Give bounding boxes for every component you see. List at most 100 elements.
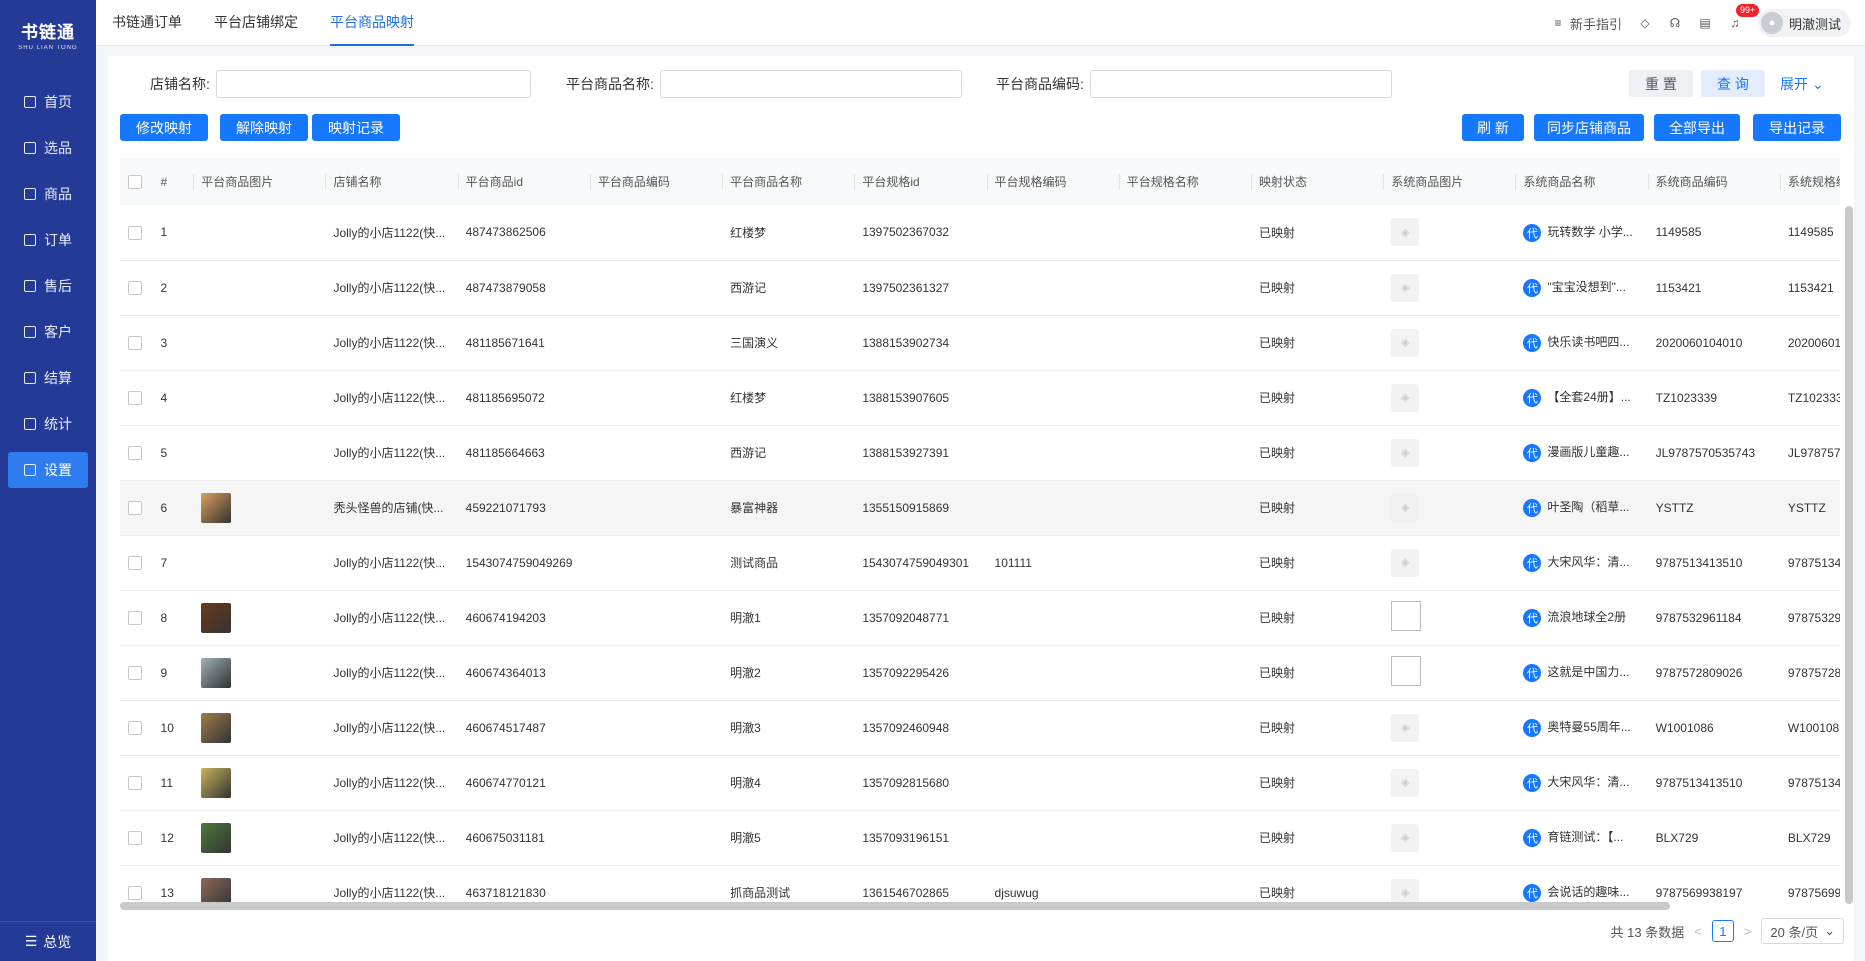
table-row[interactable]: 10 Jolly的小店1122(快... 460674517487 明澈3 135709… (120, 700, 1840, 756)
table-row[interactable]: 8 Jolly的小店1122(快... 460674194203 明澈1 1357092… (120, 590, 1840, 646)
row-checkbox[interactable] (128, 500, 142, 515)
column-header: # (152, 158, 194, 205)
remove-mapping-button[interactable]: 解除映射 (220, 114, 308, 141)
row-checkbox[interactable] (128, 445, 142, 460)
row-checkbox[interactable] (128, 720, 142, 735)
shop-name: Jolly的小店1122(快... (325, 590, 458, 646)
export-all-button[interactable]: 全部导出 (1654, 114, 1740, 141)
product-thumbnail[interactable] (201, 767, 232, 798)
column-header: 平台商品id (457, 158, 590, 205)
tab-1[interactable]: 平台店铺绑定 (214, 0, 298, 46)
table-row[interactable]: 3 Jolly的小店1122(快... 481185671641 三国演义 138815… (120, 315, 1840, 371)
sidebar-item-7[interactable]: 统计 (8, 406, 88, 442)
mapping-records-button[interactable]: 映射记录 (312, 114, 400, 141)
tab-2[interactable]: 平台商品映射 (330, 0, 414, 46)
sidebar-item-4[interactable]: 售后 (8, 268, 88, 304)
user-menu[interactable]: ● 明澈测试 (1757, 9, 1851, 37)
horizontal-scrollbar[interactable] (120, 902, 1670, 910)
next-page-button[interactable]: > (1744, 924, 1752, 939)
bell-icon[interactable]: ♫ 99+ (1728, 4, 1760, 30)
product-thumbnail[interactable] (201, 492, 232, 523)
reset-button[interactable]: 重 置 (1629, 70, 1693, 97)
product-thumbnail[interactable] (201, 712, 232, 743)
row-number: 8 (152, 590, 194, 646)
product-code-input[interactable] (1089, 70, 1392, 98)
platform-product-name: 西游记 (722, 425, 855, 481)
row-checkbox[interactable] (128, 885, 142, 900)
table-row[interactable]: 4 Jolly的小店1122(快... 481185695072 红楼梦 1388153… (120, 370, 1840, 426)
system-product-name: 代漫画版儿童趣... (1515, 425, 1648, 481)
product-thumbnail[interactable] (201, 822, 232, 853)
headset-icon[interactable]: ☊ (1668, 16, 1682, 30)
row-checkbox[interactable] (128, 390, 142, 405)
monitor-icon (24, 96, 36, 108)
query-button[interactable]: 查 询 (1701, 70, 1765, 97)
row-checkbox[interactable] (128, 665, 142, 680)
proxy-badge: 代 (1523, 663, 1542, 682)
sidebar-item-8[interactable]: 设置 (8, 452, 88, 488)
diamond-icon[interactable]: ◇ (1638, 16, 1652, 30)
sidebar-item-2[interactable]: 商品 (8, 176, 88, 212)
tab-0[interactable]: 书链通订单 (112, 0, 182, 46)
column-header: 平台商品图片 (193, 158, 326, 205)
sidebar-item-6[interactable]: 结算 (8, 360, 88, 396)
overview-button[interactable]: ☰ 总览 (0, 921, 96, 961)
export-records-button[interactable]: 导出记录 (1753, 114, 1841, 141)
system-product-name-text: 【全套24册】... (1547, 390, 1631, 405)
platform-spec-code (986, 645, 1119, 701)
table-row[interactable]: 5 Jolly的小店1122(快... 481185664663 西游记 1388153… (120, 425, 1840, 481)
system-spec-code: 97875134135 (1779, 535, 1840, 591)
system-product-name: 代 "宝宝没想到"... (1515, 260, 1648, 316)
platform-spec-name (1118, 315, 1251, 371)
edit-mapping-button[interactable]: 修改映射 (120, 114, 208, 141)
shop-name: Jolly的小店1122(快... (325, 370, 458, 426)
table-row[interactable]: 9 Jolly的小店1122(快... 460674364013 明澈2 1357092… (120, 645, 1840, 701)
table-row[interactable]: 7 Jolly的小店1122(快... 1543074759049269 测试商品 15… (120, 535, 1840, 591)
table-row[interactable]: 12 Jolly的小店1122(快... 460675031181 明澈5 135709… (120, 810, 1840, 866)
table-row[interactable]: 6 秃头怪兽的店铺(快... 459221071793 暴富神器 13551509158… (120, 480, 1840, 536)
shop-name-input[interactable] (215, 70, 531, 98)
app-logo[interactable]: 书链通 SHU LIAN TONG (0, 0, 96, 68)
row-checkbox[interactable] (128, 555, 142, 570)
refresh-button[interactable]: 刷 新 (1462, 114, 1524, 141)
table-row[interactable]: 1 Jolly的小店1122(快... 487473862506 红楼梦 1397502… (120, 205, 1840, 261)
platform-spec-code (986, 700, 1119, 756)
sidebar-item-1[interactable]: 选品 (8, 130, 88, 166)
product-thumbnail[interactable] (201, 657, 232, 688)
row-checkbox[interactable] (128, 280, 142, 295)
expand-toggle[interactable]: 展开 ⌄ (1780, 74, 1824, 94)
sync-shop-goods-button[interactable]: 同步店铺商品 (1534, 114, 1644, 141)
product-name-input[interactable] (659, 70, 962, 98)
guide-link[interactable]: ≡ 新手指引 (1551, 14, 1622, 33)
system-spec-code: 20200601040 (1779, 315, 1840, 371)
page-1-button[interactable]: 1 (1711, 920, 1734, 942)
row-checkbox[interactable] (128, 335, 142, 350)
sidebar: 书链通 SHU LIAN TONG 首页选品商品订单售后客户结算统计设置 ☰ 总… (0, 0, 96, 961)
platform-product-id: 460674770121 (457, 755, 590, 811)
platform-product-name: 西游记 (722, 260, 855, 316)
mapping-status: 已映射 (1250, 810, 1384, 866)
mapping-status: 已映射 (1250, 645, 1384, 701)
system-product-code: 9787532961184 (1647, 590, 1780, 646)
sidebar-item-0[interactable]: 首页 (8, 84, 88, 120)
row-checkbox[interactable] (128, 830, 142, 845)
product-thumbnail[interactable] (201, 602, 232, 633)
image-placeholder-icon: ◈ (1391, 273, 1420, 302)
table-row[interactable]: 11 Jolly的小店1122(快... 460674770121 明澈4 135709… (120, 755, 1840, 811)
sidebar-item-3[interactable]: 订单 (8, 222, 88, 258)
platform-image-cell (193, 645, 326, 701)
sidebar-item-5[interactable]: 客户 (8, 314, 88, 350)
row-checkbox[interactable] (128, 225, 142, 240)
clipboard-icon[interactable]: ▤ (1698, 16, 1712, 30)
platform-product-id: 460674517487 (457, 700, 590, 756)
select-all-checkbox[interactable] (128, 174, 142, 189)
page-size-select[interactable]: 20 条/页 ⌄ (1761, 918, 1844, 944)
avatar: ● (1760, 12, 1783, 34)
column-header: 映射状态 (1250, 158, 1384, 205)
row-checkbox[interactable] (128, 610, 142, 625)
row-checkbox[interactable] (128, 775, 142, 790)
vertical-scrollbar[interactable] (1845, 206, 1853, 904)
system-product-name-text: 流浪地球全2册 (1547, 610, 1627, 625)
table-row[interactable]: 2 Jolly的小店1122(快... 487473879058 西游记 1397502… (120, 260, 1840, 316)
prev-page-button[interactable]: < (1694, 924, 1702, 939)
